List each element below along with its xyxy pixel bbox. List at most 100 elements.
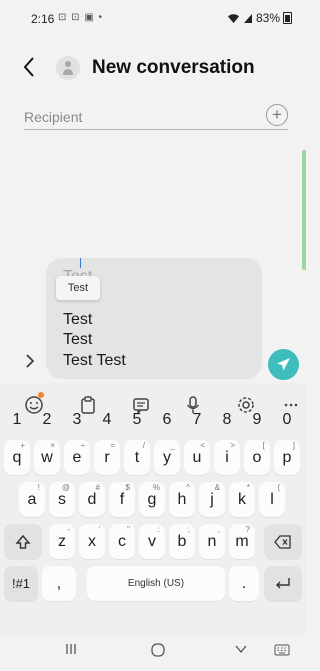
page-title: New conversation	[92, 57, 255, 78]
hide-keyboard-button[interactable]	[230, 642, 252, 662]
key-u[interactable]: u <	[184, 440, 210, 475]
drag-preview-chip[interactable]: Test	[56, 276, 100, 300]
key-hint: ×	[50, 441, 55, 450]
key-3[interactable]: 3	[62, 402, 92, 437]
key-f[interactable]: f $	[109, 482, 135, 517]
key-label: z	[58, 533, 66, 550]
battery-percent: 83%	[255, 11, 280, 25]
key-hint: ?	[245, 525, 250, 534]
key-j[interactable]: j &	[199, 482, 225, 517]
recipient-input[interactable]	[24, 107, 244, 127]
shift-key[interactable]	[4, 524, 42, 559]
key-0[interactable]: 0	[272, 402, 302, 437]
back-button[interactable]	[22, 55, 46, 81]
text-cursor	[80, 258, 81, 268]
key-5[interactable]: 5	[122, 402, 152, 437]
keyboard-icon	[274, 644, 290, 656]
key-t[interactable]: t /	[124, 440, 150, 475]
key-hint: (	[277, 483, 280, 492]
key-8[interactable]: 8	[212, 402, 242, 437]
key-q[interactable]: q +	[4, 440, 30, 475]
key-h[interactable]: h ^	[169, 482, 195, 517]
shift-icon	[15, 534, 31, 549]
home-icon	[151, 643, 165, 657]
backspace-key[interactable]	[264, 524, 302, 559]
send-button[interactable]	[268, 349, 299, 380]
chevron-right-icon	[26, 354, 35, 368]
key-hint: ÷	[80, 441, 85, 450]
status-bar: 2:16 ⊡ ⊡ ▣ • 83%	[0, 0, 306, 28]
system-nav-bar	[0, 634, 306, 671]
key-hint: *	[246, 483, 250, 492]
key-label: p	[282, 449, 292, 466]
message-input[interactable]: Test Test Test Test Test Test Test	[46, 258, 262, 379]
key-label: k	[238, 491, 246, 508]
back-arrow-icon	[23, 57, 34, 77]
home-button[interactable]	[147, 642, 169, 662]
key-hint: -	[67, 525, 70, 534]
key-r[interactable]: r =	[94, 440, 120, 475]
key-label: f	[119, 491, 125, 508]
key-y[interactable]: y _	[154, 440, 180, 475]
key-x[interactable]: x '	[79, 524, 105, 559]
key-label: c	[118, 533, 126, 550]
plus-icon: +	[272, 105, 282, 124]
expand-attachments-button[interactable]	[25, 353, 39, 373]
key-label: a	[27, 491, 37, 508]
key-g[interactable]: g%	[139, 482, 165, 517]
key-d[interactable]: d #	[79, 482, 105, 517]
key-label: x	[88, 533, 96, 550]
key-hint: ;	[187, 525, 190, 534]
space-key[interactable]: English (US)	[87, 566, 225, 601]
key-label: g	[147, 491, 157, 508]
key-c[interactable]: c "	[109, 524, 135, 559]
key-1[interactable]: 1	[2, 402, 32, 437]
key-s[interactable]: s @	[49, 482, 75, 517]
key-b[interactable]: b;	[169, 524, 195, 559]
key-6[interactable]: 6	[152, 402, 182, 437]
edge-panel-handle[interactable]	[302, 150, 306, 270]
key-7[interactable]: 7	[182, 402, 212, 437]
key-p[interactable]: p]	[274, 440, 300, 475]
key-hint: ,	[217, 525, 220, 534]
key-k[interactable]: k *	[229, 482, 255, 517]
comma-key[interactable]: ,	[42, 566, 76, 601]
symbols-key[interactable]: !#1	[4, 566, 38, 601]
key-label: h	[177, 491, 187, 508]
key-2[interactable]: 2	[32, 402, 62, 437]
signal-icon	[243, 13, 252, 23]
key-hint: /	[142, 441, 145, 450]
key-4[interactable]: 4	[92, 402, 122, 437]
key-label: e	[72, 449, 82, 466]
enter-key[interactable]	[264, 566, 302, 601]
key-hint: $	[125, 483, 130, 492]
key-hint: '	[98, 525, 100, 534]
add-recipient-button[interactable]: +	[266, 104, 288, 126]
key-o[interactable]: o[	[244, 440, 270, 475]
contact-avatar-icon[interactable]	[56, 56, 80, 80]
key-a[interactable]: a!	[19, 482, 45, 517]
keyboard-switch-button[interactable]	[271, 642, 293, 662]
key-m[interactable]: m?	[229, 524, 255, 559]
key-hint: _	[170, 441, 175, 450]
message-text-line: Test Test	[63, 352, 126, 369]
key-e[interactable]: e ÷	[64, 440, 90, 475]
key-z[interactable]: z-	[49, 524, 75, 559]
key-n[interactable]: n,	[199, 524, 225, 559]
key-i[interactable]: i >	[214, 440, 240, 475]
key-l[interactable]: l(	[259, 482, 285, 517]
key-9[interactable]: 9	[242, 402, 272, 437]
key-v[interactable]: v:	[139, 524, 165, 559]
key-w[interactable]: w ×	[34, 440, 60, 475]
key-hint: &	[214, 483, 220, 492]
notification-dot	[38, 392, 44, 398]
key-hint: ]	[292, 441, 295, 450]
notification-icons: ⊡ ⊡ ▣ •	[58, 12, 104, 23]
message-text-line: Test	[63, 311, 93, 328]
key-hint: [	[262, 441, 265, 450]
enter-icon	[276, 578, 290, 589]
key-label: q	[12, 449, 22, 466]
recent-apps-button[interactable]	[60, 642, 82, 662]
recent-apps-icon	[66, 644, 76, 654]
period-key[interactable]: .	[229, 566, 259, 601]
